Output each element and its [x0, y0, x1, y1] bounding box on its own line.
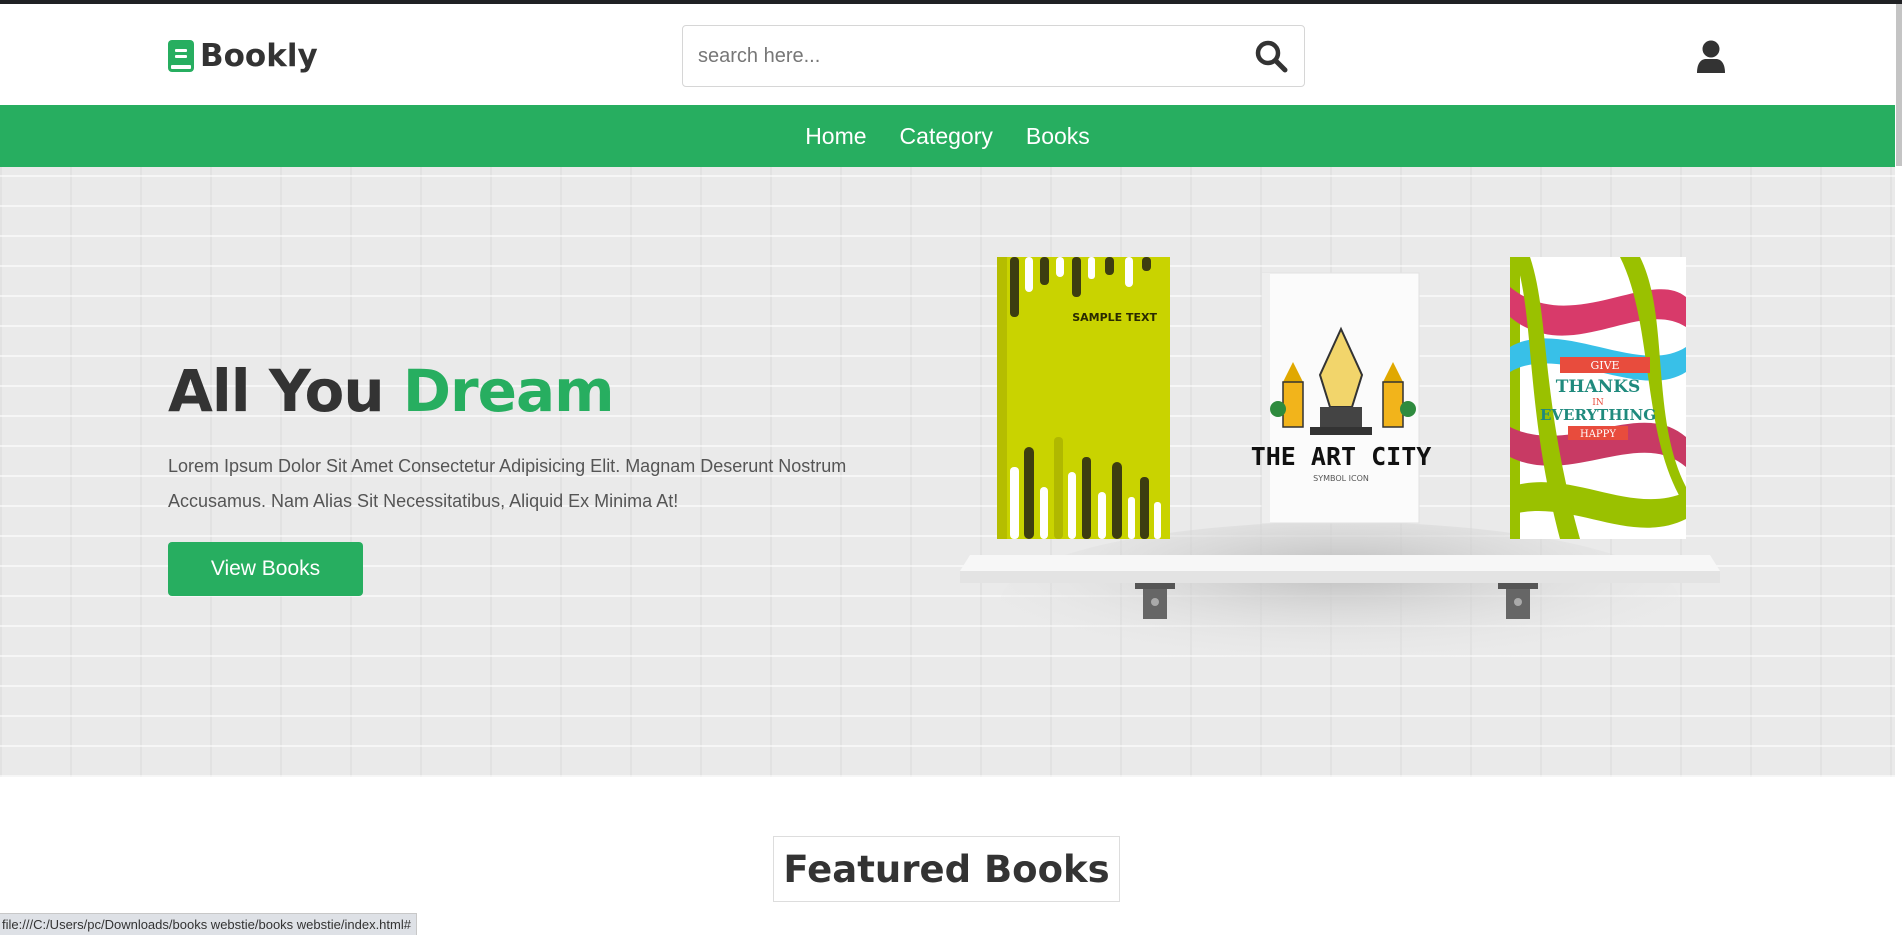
search-input[interactable] — [683, 26, 1223, 86]
book2-cover-subtitle: SYMBOL ICON — [1313, 474, 1369, 483]
book-icon — [168, 40, 194, 72]
book3-line-happy: HAPPY — [1580, 429, 1616, 440]
hero-title-accent: Dream — [402, 357, 615, 425]
hero-title-main: All You — [168, 357, 403, 425]
book3-line-thanks: THANKS — [1556, 377, 1641, 397]
book3-line-everything: EVERYTHING — [1540, 406, 1656, 424]
view-books-button[interactable]: View Books — [168, 542, 363, 596]
book2-cover-title: THE ART CITY — [1251, 442, 1432, 471]
bookshelf-illustration: SAMPLE TEXT THE ART CITY SYMBOL ICON GIV… — [960, 257, 1720, 682]
hero-description: Lorem Ipsum Dolor Sit Amet Consectetur A… — [168, 456, 847, 511]
browser-status-bar: file:///C:/Users/pc/Downloads/books webs… — [0, 913, 417, 935]
brand-name: Bookly — [200, 38, 318, 74]
book-cover-lime: SAMPLE TEXT — [997, 257, 1170, 539]
main-nav: Home Category Books — [0, 105, 1895, 167]
book-cover-art-city: THE ART CITY SYMBOL ICON — [1251, 272, 1432, 524]
nav-item-books[interactable]: Books — [1026, 123, 1090, 150]
nav-item-category[interactable]: Category — [900, 123, 993, 150]
page-scrollbar[interactable] — [1896, 4, 1902, 166]
book-cover-thanks: GIVE THANKS IN EVERYTHING HAPPY — [1510, 257, 1686, 539]
featured-books-heading: Featured Books — [773, 836, 1120, 902]
user-icon[interactable] — [1696, 40, 1726, 74]
search-icon[interactable] — [1254, 39, 1288, 73]
book3-line-give: GIVE — [1590, 359, 1619, 372]
hero-section: All You Dream Lorem Ipsum Dolor Sit Amet… — [0, 167, 1895, 777]
site-header: Bookly — [0, 4, 1895, 105]
search-form — [682, 25, 1305, 87]
logo-link[interactable]: Bookly — [168, 38, 318, 74]
nav-item-home[interactable]: Home — [805, 123, 866, 150]
hero-title: All You Dream — [168, 357, 615, 425]
book1-cover-text: SAMPLE TEXT — [1072, 311, 1157, 324]
